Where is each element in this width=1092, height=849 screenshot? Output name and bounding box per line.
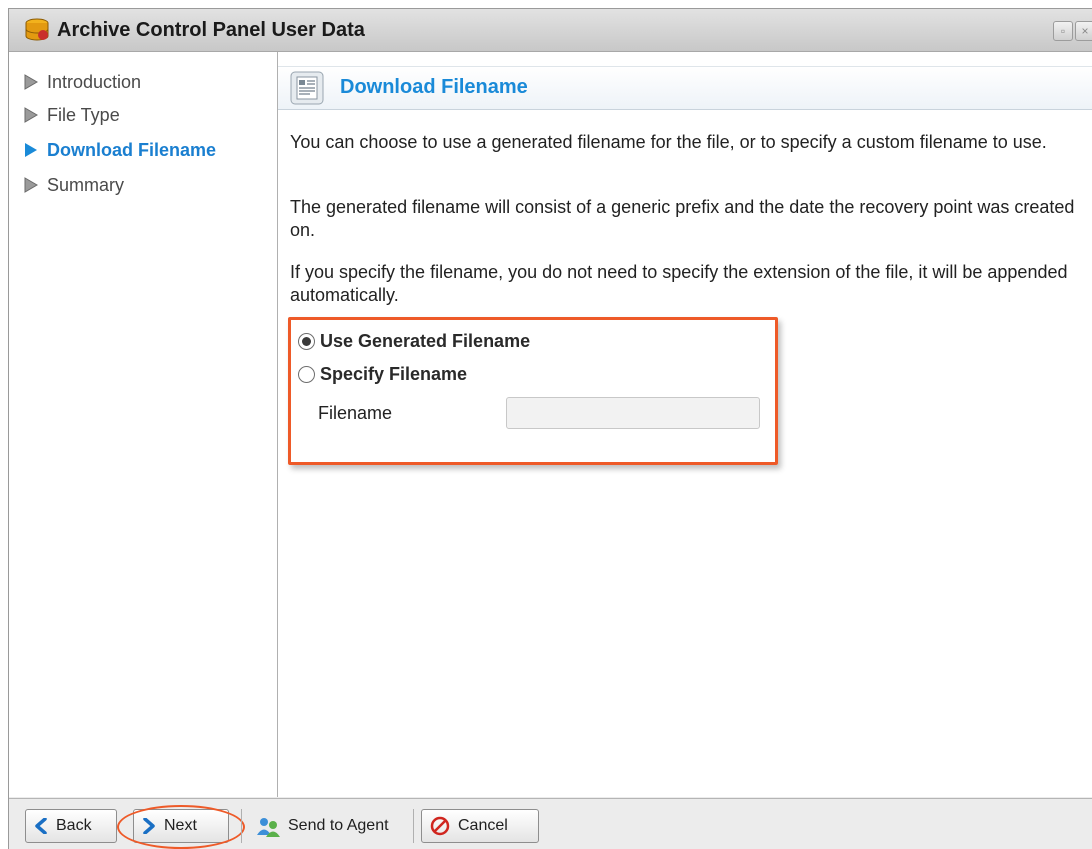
description-text: If you specify the filename, you do not … [290, 262, 1068, 305]
highlight-annotation [117, 805, 245, 849]
radio-unselected-icon[interactable] [298, 365, 315, 383]
sidebar-item-summary[interactable]: Summary [23, 173, 124, 197]
radio-selected-icon[interactable] [298, 332, 315, 350]
wizard-footer: Back Next Send to Agent Cancel [9, 798, 1092, 849]
send-to-agent-button[interactable]: Send to Agent [247, 809, 405, 843]
button-separator [413, 809, 414, 843]
chevron-left-icon [35, 818, 47, 834]
step-arrow-icon [24, 177, 38, 193]
sidebar-item-label: Download Filename [47, 139, 217, 160]
window-title: Archive Control Panel User Data [57, 19, 365, 41]
back-button[interactable]: Back [25, 809, 117, 843]
maximize-button[interactable]: ▫ [1053, 21, 1073, 41]
specify-filename-radio[interactable]: Specify Filename [298, 361, 467, 387]
cancel-label: Cancel [458, 817, 508, 834]
sidebar-item-file-type[interactable]: File Type [23, 103, 120, 127]
title-bar: Archive Control Panel User Data ▫ × [9, 9, 1092, 52]
document-settings-icon [290, 71, 324, 105]
step-title: Download Filename [340, 76, 528, 98]
sidebar-item-label: Summary [47, 174, 125, 195]
step-header: Download Filename [278, 66, 1092, 110]
radio-label: Specify Filename [320, 363, 468, 384]
wizard-window: Archive Control Panel User Data ▫ × Intr… [8, 8, 1092, 849]
send-to-agent-label: Send to Agent [288, 817, 389, 834]
filename-label: Filename [318, 403, 393, 423]
filename-input[interactable] [506, 397, 760, 429]
archive-icon [25, 18, 49, 41]
sidebar-item-introduction[interactable]: Introduction [23, 70, 141, 94]
sidebar-item-download-filename[interactable]: Download Filename [23, 138, 216, 162]
step-arrow-icon [24, 107, 38, 123]
radio-label: Use Generated Filename [320, 330, 531, 351]
use-generated-filename-radio[interactable]: Use Generated Filename [298, 328, 530, 354]
wizard-steps-sidebar: Introduction File Type Download Filename… [9, 52, 278, 797]
cancel-button[interactable]: Cancel [421, 809, 539, 843]
close-button[interactable]: × [1075, 21, 1092, 41]
back-label: Back [56, 817, 92, 834]
cancel-icon [430, 816, 450, 836]
step-arrow-icon [24, 74, 38, 90]
agent-icon [257, 818, 280, 837]
sidebar-item-label: File Type [47, 104, 120, 125]
description-text: You can choose to use a generated filena… [290, 132, 1047, 152]
sidebar-item-label: Introduction [47, 71, 142, 92]
active-step-arrow-icon [25, 143, 37, 157]
button-separator [241, 809, 242, 843]
step-content-panel: Download Filename You can choose to use … [278, 52, 1092, 797]
description-text: The generated filename will consist of a… [290, 197, 1075, 240]
